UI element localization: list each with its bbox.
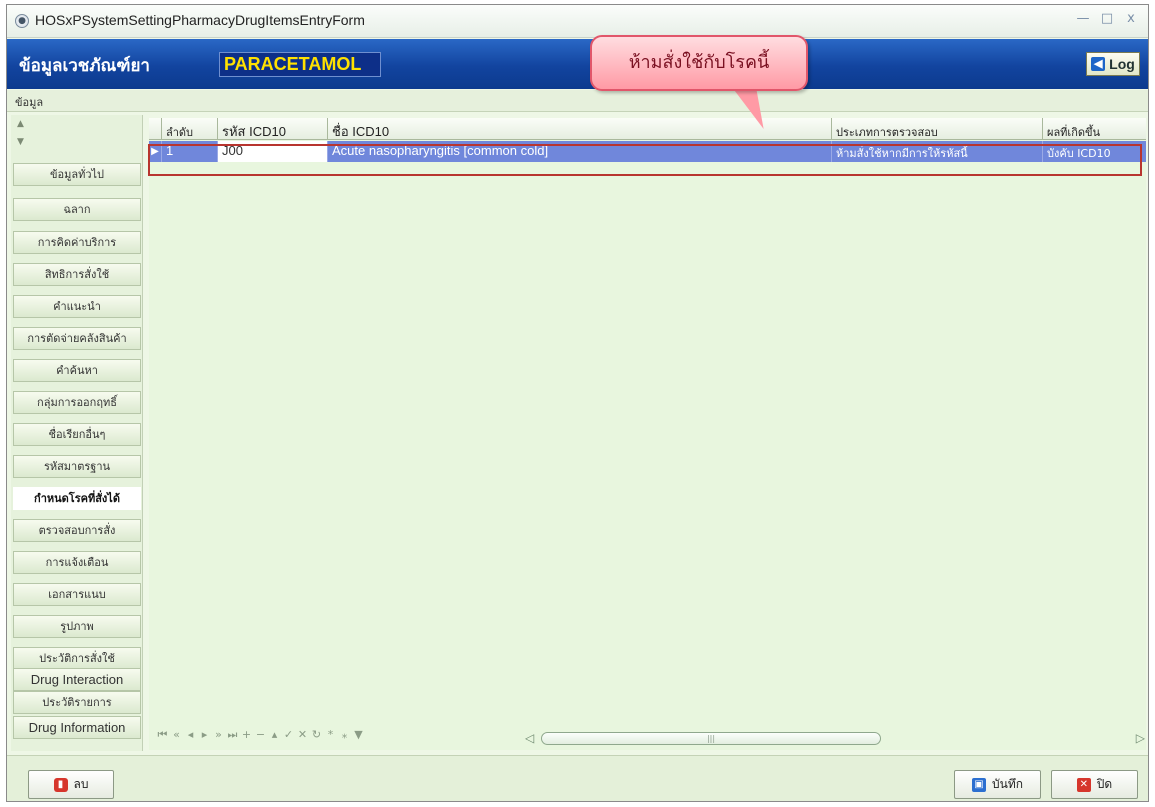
scrollbar-thumb[interactable]: ||| [541,732,881,745]
sidebar-item-allowed-diseases[interactable]: กำหนดโรคที่สั่งได้ [13,487,141,510]
next-record-icon[interactable]: ▸ [199,728,210,750]
delete-label: ลบ [73,777,89,791]
sidebar-item-order-history[interactable]: ประวัติการสั่งใช้ [13,647,141,670]
column-header-result[interactable]: ผลที่เกิดขึ้น [1042,118,1146,140]
filter-icon[interactable]: ▼ [353,728,364,750]
refresh-icon[interactable]: ↻ [311,728,322,750]
save-button[interactable]: ▣ บันทึก [954,770,1041,799]
log-icon: ◀ [1091,57,1106,71]
sidebar-item-standard-codes[interactable]: รหัสมาตรฐาน [13,455,141,478]
app-icon: ● [15,14,29,28]
sidebar-item-other-names[interactable]: ชื่อเรียกอื่นๆ [13,423,141,446]
sidebar: ▲ ▼ ข้อมูลทั่วไป ฉลาก การคิดค่าบริการ สิ… [11,115,143,751]
next-page-icon[interactable]: » [213,728,224,750]
sidebar-item-item-history[interactable]: ประวัติรายการ [13,691,141,714]
sidebar-item-drug-interaction[interactable]: Drug Interaction [13,668,141,691]
sidebar-item-service-charge[interactable]: การคิดค่าบริการ [13,231,141,254]
scroll-down-icon[interactable]: ▼ [17,137,24,147]
edit-record-icon[interactable]: ▴ [269,728,280,750]
delete-record-icon[interactable]: − [255,728,266,750]
column-header-icd10-code[interactable]: รหัส ICD10 [217,118,327,140]
close-icon: ✕ [1076,777,1091,792]
minimize-icon[interactable]: — [1076,11,1090,26]
bookmark-icon[interactable]: * [325,728,336,750]
icd10-grid: ลำดับ รหัส ICD10 ชื่อ ICD10 ประเภทการตรว… [149,118,1146,750]
scroll-up-icon[interactable]: ▲ [17,119,24,129]
save-icon: ▣ [972,777,986,792]
sidebar-item-images[interactable]: รูปภาพ [13,615,141,638]
sidebar-item-order-rights[interactable]: สิทธิการสั่งใช้ [13,263,141,286]
scroll-left-icon[interactable]: ◁ [525,731,534,745]
sidebar-item-general[interactable]: ข้อมูลทั่วไป [13,163,141,186]
save-label: บันทึก [992,777,1023,791]
close-button[interactable]: ✕ ปิด [1051,770,1138,799]
column-header-order[interactable]: ลำดับ [161,118,217,140]
sidebar-item-stock-deduction[interactable]: การตัดจ่ายคลังสินค้า [13,327,141,350]
sidebar-item-alerts[interactable]: การแจ้งเตือน [13,551,141,574]
cell-check-type[interactable]: ห้ามสั่งใช้หากมีการให้รหัสนี้ [831,141,1042,162]
grid-header: ลำดับ รหัส ICD10 ชื่อ ICD10 ประเภทการตรว… [149,118,1146,140]
sidebar-item-attachments[interactable]: เอกสารแนบ [13,583,141,606]
post-edit-icon[interactable]: ✓ [283,728,294,750]
sidebar-item-search-terms[interactable]: คำค้นหา [13,359,141,382]
annotation-callout: ห้ามสั่งใช้กับโรคนี้ [590,35,808,91]
drug-name-display: PARACETAMOL [219,52,381,77]
window-title: HOSxPSystemSettingPharmacyDrugItemsEntry… [35,12,365,28]
grid-navigator: ⏮ « ◂ ▸ » ⏭ + − ▴ ✓ ✕ ↻ * ⁎ ▼ [157,728,364,750]
maximize-icon[interactable]: □ [1100,11,1114,26]
sidebar-scroll: ▲ ▼ [15,115,139,161]
add-record-icon[interactable]: + [241,728,252,750]
footer-panel: ▮ ลบ ▣ บันทึก ✕ ปิด [7,755,1148,801]
last-page-icon[interactable]: ⏭ [227,728,238,750]
form-header: ข้อมูลเวชภัณฑ์ยา PARACETAMOL ◀ Log [7,39,1148,89]
horizontal-scrollbar[interactable]: ◁ ||| ▷ [525,731,1145,746]
sidebar-item-order-check[interactable]: ตรวจสอบการสั่ง [13,519,141,542]
scroll-right-icon[interactable]: ▷ [1136,731,1145,745]
log-button[interactable]: ◀ Log [1086,52,1140,76]
window-controls: — □ x [1076,11,1138,26]
app-window: ● HOSxPSystemSettingPharmacyDrugItemsEnt… [6,4,1149,802]
close-window-icon[interactable]: x [1124,11,1138,26]
first-page-icon[interactable]: ⏮ [157,728,168,750]
prev-record-icon[interactable]: ◂ [185,728,196,750]
table-row[interactable]: ▶ 1 J00 Acute nasopharyngitis [common co… [149,141,1146,162]
row-indicator-icon: ▶ [149,141,161,162]
cancel-edit-icon[interactable]: ✕ [297,728,308,750]
delete-icon: ▮ [53,777,68,792]
prev-page-icon[interactable]: « [171,728,182,750]
sidebar-item-drug-information[interactable]: Drug Information [13,716,141,739]
sidebar-item-advice[interactable]: คำแนะนำ [13,295,141,318]
cell-order[interactable]: 1 [161,141,217,162]
cell-result[interactable]: บังคับ ICD10 [1042,141,1146,162]
delete-button[interactable]: ▮ ลบ [28,770,114,799]
menu-bar: ข้อมูล [7,90,1148,112]
menu-item-data[interactable]: ข้อมูล [15,93,43,111]
page-title: ข้อมูลเวชภัณฑ์ยา [19,56,150,76]
column-header-check-type[interactable]: ประเภทการตรวจสอบ [831,118,1042,140]
cell-icd10-name[interactable]: Acute nasopharyngitis [common cold] [327,141,831,162]
goto-bookmark-icon[interactable]: ⁎ [339,728,350,750]
title-bar: ● HOSxPSystemSettingPharmacyDrugItemsEnt… [7,5,1148,38]
sidebar-item-label[interactable]: ฉลาก [13,198,141,221]
sidebar-item-action-group[interactable]: กลุ่มการออกฤทธิ์ [13,391,141,414]
close-label: ปิด [1096,777,1113,791]
log-label: Log [1109,56,1135,72]
cell-icd10-code[interactable]: J00 [217,141,327,162]
